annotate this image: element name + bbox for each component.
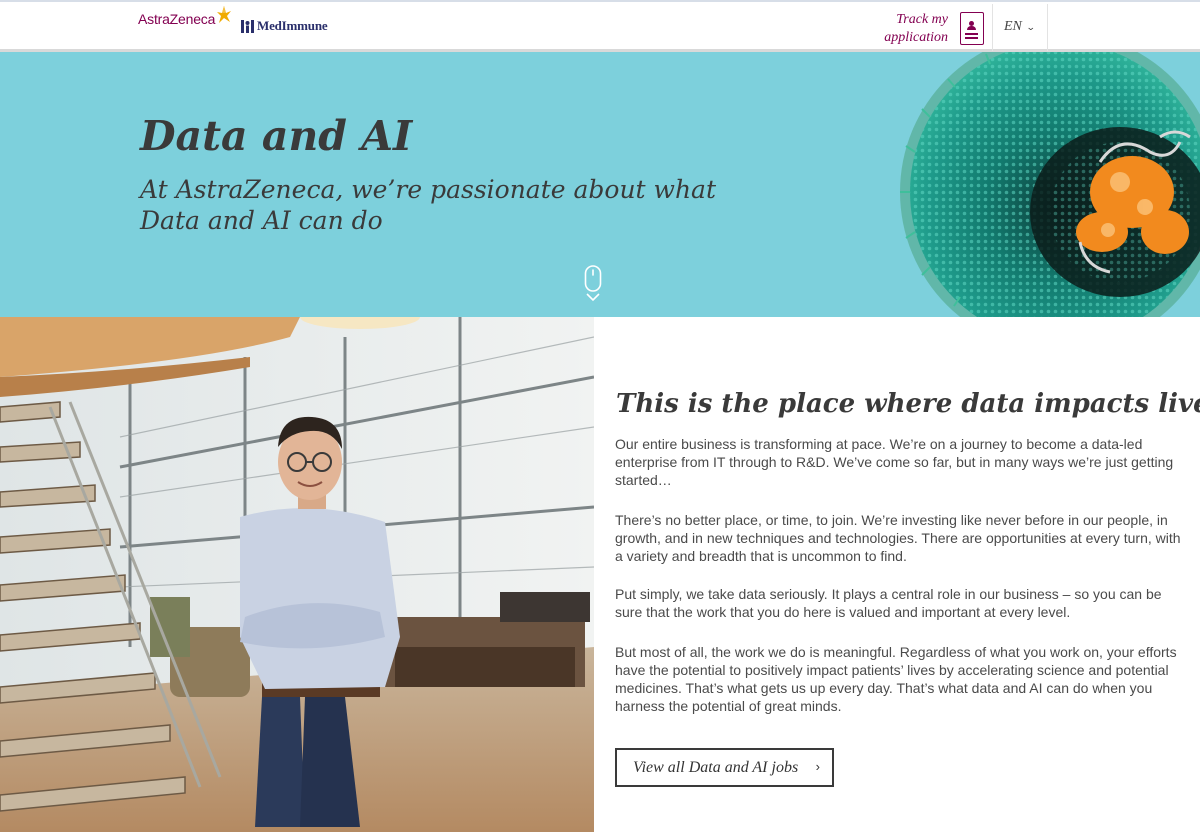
medimmune-wordmark: MedImmune bbox=[257, 18, 328, 33]
chevron-down-icon: ⌄ bbox=[1025, 21, 1036, 32]
chevron-right-icon: › bbox=[815, 759, 820, 774]
track-label-line1: Track my bbox=[896, 11, 948, 27]
intro-paragraph: There’s no better place, or time, to joi… bbox=[615, 512, 1181, 564]
section-title: This is the place where data impacts liv… bbox=[616, 389, 1200, 419]
intro-paragraph: But most of all, the work we do is meani… bbox=[615, 644, 1177, 714]
scroll-mouse-icon[interactable] bbox=[584, 265, 602, 303]
intro-section: This is the place where data impacts liv… bbox=[594, 317, 1200, 832]
intro-paragraph: Put simply, we take data seriously. It p… bbox=[615, 586, 1162, 620]
header-divider bbox=[1047, 4, 1048, 51]
hero-banner: Data and AI At AstraZeneca, we’re passio… bbox=[0, 52, 1200, 317]
header-divider bbox=[992, 4, 993, 51]
employee-photo bbox=[0, 317, 594, 832]
office-scene-illustration bbox=[0, 317, 594, 832]
hero-subtitle: At AstraZeneca, we’re passionate about w… bbox=[140, 175, 717, 235]
medimmune-logo-icon bbox=[241, 19, 254, 33]
view-jobs-label: View all Data and AI jobs bbox=[633, 758, 799, 776]
track-application-link[interactable]: Track my application bbox=[860, 8, 992, 49]
astrazeneca-logo-icon bbox=[217, 6, 232, 23]
track-application-label: Track my application bbox=[860, 11, 948, 47]
astrazeneca-wordmark: AstraZeneca bbox=[138, 11, 216, 27]
astrazeneca-logo[interactable]: AstraZeneca bbox=[138, 6, 232, 27]
track-label-line2: application bbox=[884, 29, 948, 45]
language-label: EN bbox=[1004, 19, 1022, 34]
medimmune-logo[interactable]: MedImmune bbox=[241, 18, 328, 34]
intro-paragraph: Our entire business is transforming at p… bbox=[615, 436, 1174, 488]
view-jobs-button[interactable]: View all Data and AI jobs › bbox=[615, 748, 834, 787]
virus-illustration bbox=[900, 52, 1200, 317]
page-title: Data and AI bbox=[140, 112, 413, 160]
site-header: AstraZeneca MedImmune Track my applicati… bbox=[0, 0, 1200, 52]
language-selector[interactable]: EN ⌄ bbox=[1004, 19, 1036, 35]
application-form-icon bbox=[960, 12, 984, 45]
